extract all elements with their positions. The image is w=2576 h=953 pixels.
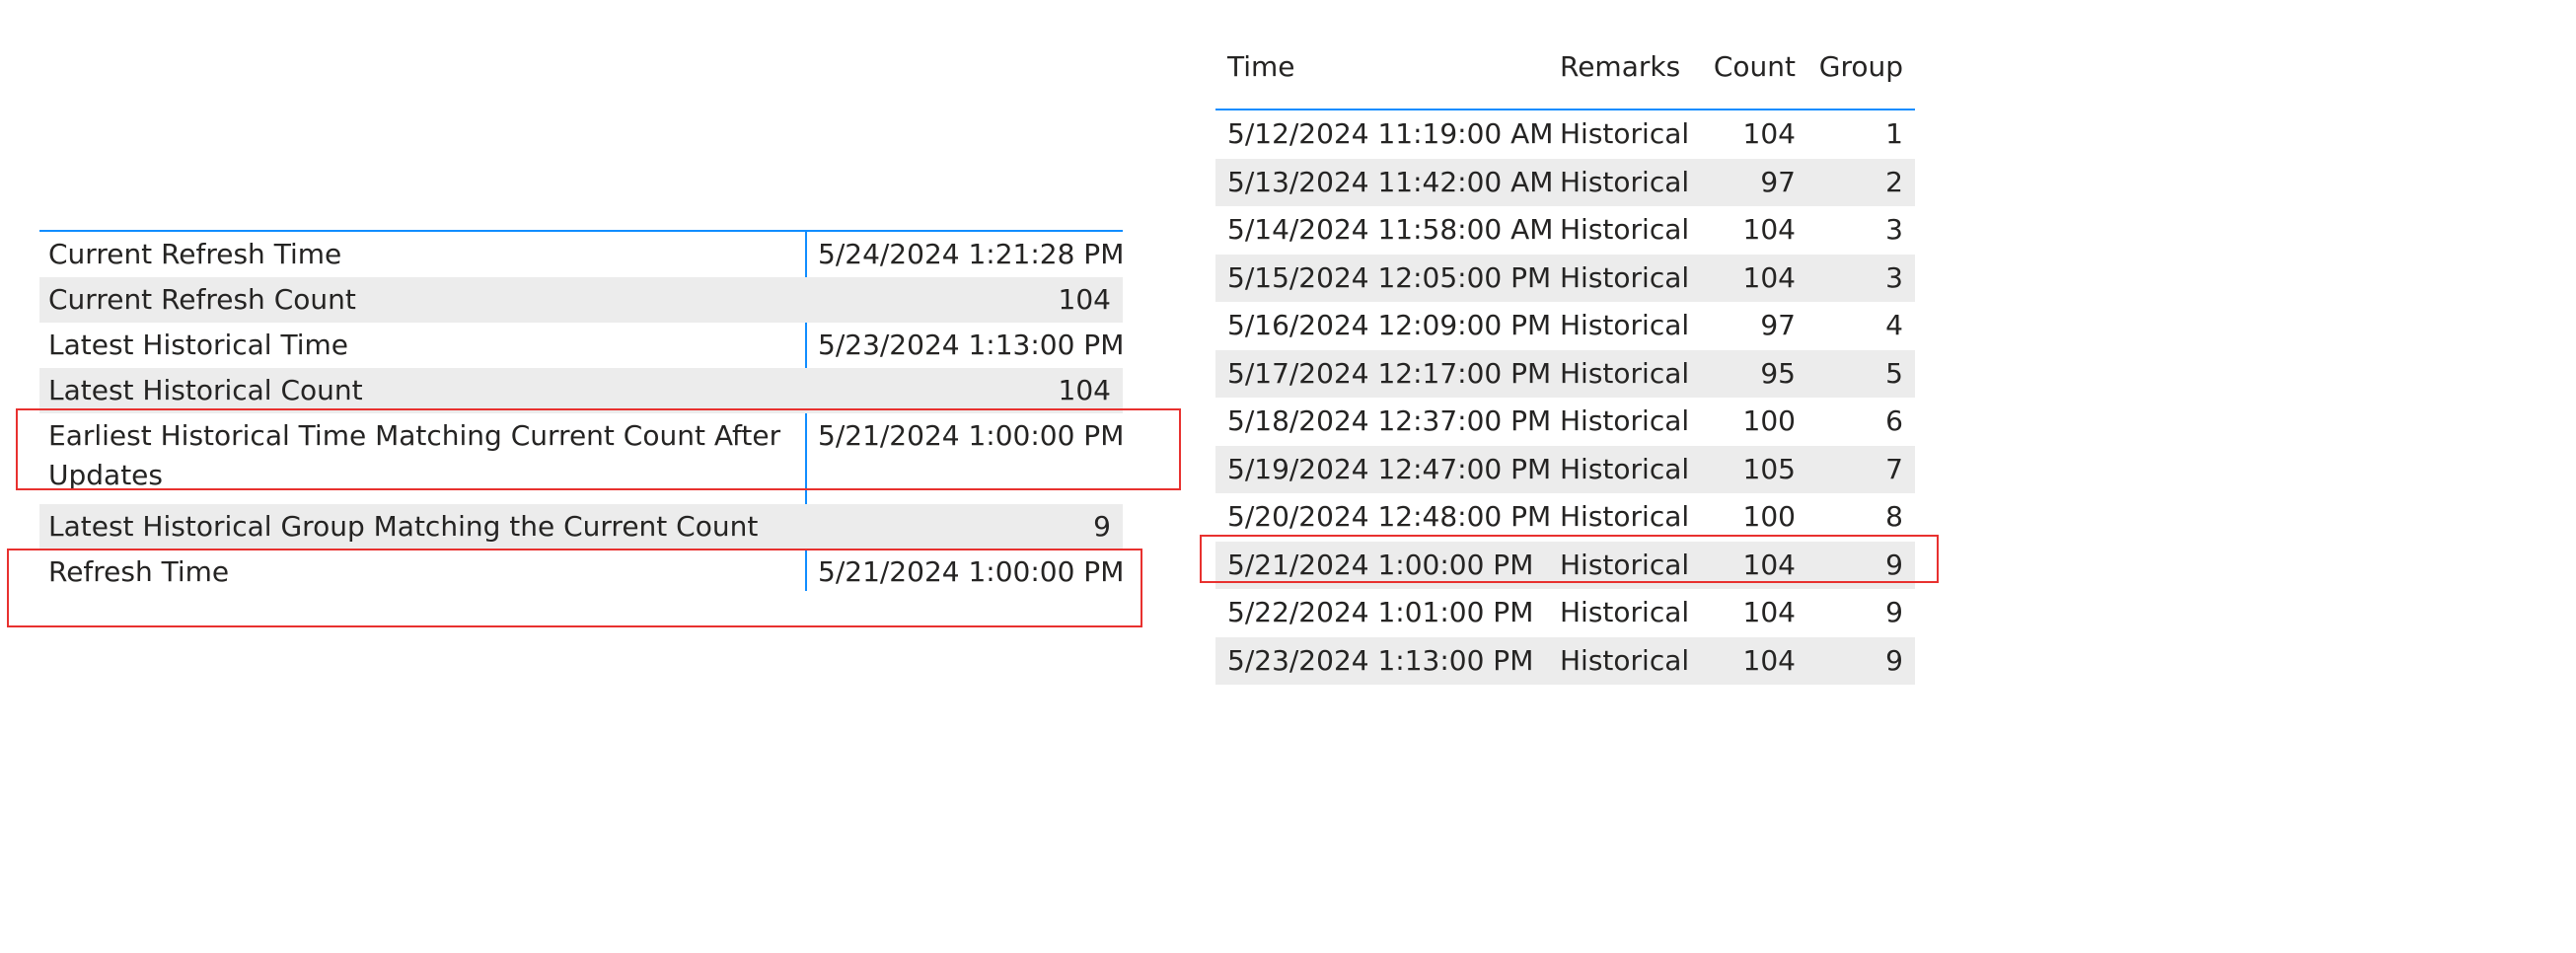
cell-group: 9 xyxy=(1885,596,1903,628)
summary-label: Current Refresh Count xyxy=(48,283,356,316)
cell-remarks: Historical xyxy=(1560,404,1690,437)
cell-time: 5/23/2024 1:13:00 PM xyxy=(1227,643,1534,677)
table-row[interactable]: 5/15/2024 12:05:00 PM Historical 104 3 xyxy=(1215,254,1915,302)
table-row[interactable]: 5/18/2024 12:37:00 PM Historical 100 6 xyxy=(1215,398,1915,446)
cell-time: 5/15/2024 12:05:00 PM xyxy=(1227,260,1552,294)
cell-group: 3 xyxy=(1885,213,1903,246)
cell-remarks: Historical xyxy=(1560,452,1690,485)
table-row[interactable]: 5/23/2024 1:13:00 PM Historical 104 9 xyxy=(1215,636,1915,685)
cell-group: 4 xyxy=(1885,309,1903,341)
cell-time: 5/12/2024 11:19:00 AM xyxy=(1227,117,1554,150)
summary-value: 5/24/2024 1:21:28 PM xyxy=(818,238,1125,270)
summary-row-latest-historical-group[interactable]: Latest Historical Group Matching the Cur… xyxy=(39,504,1123,550)
summary-value: 104 xyxy=(1058,283,1111,316)
highlight-box-refresh-time xyxy=(7,549,1142,627)
summary-label: Latest Historical Time xyxy=(48,329,349,361)
cell-count: 100 xyxy=(1742,404,1796,437)
table-row[interactable]: 5/14/2024 11:58:00 AM Historical 104 3 xyxy=(1215,206,1915,255)
cell-count: 104 xyxy=(1742,213,1796,246)
cell-group: 6 xyxy=(1885,404,1903,437)
cell-time: 5/13/2024 11:42:00 AM xyxy=(1227,165,1554,198)
cell-group: 5 xyxy=(1885,356,1903,390)
cell-count: 104 xyxy=(1742,117,1796,150)
cell-group: 2 xyxy=(1885,165,1903,198)
cell-remarks: Historical xyxy=(1560,117,1690,150)
cell-count: 104 xyxy=(1742,643,1796,677)
cell-remarks: Historical xyxy=(1560,643,1690,677)
table-row[interactable]: 5/13/2024 11:42:00 AM Historical 97 2 xyxy=(1215,158,1915,206)
cell-remarks: Historical xyxy=(1560,260,1690,294)
summary-row-current-refresh-count[interactable]: Current Refresh Count 104 xyxy=(39,277,1123,323)
highlight-box-earliest-time xyxy=(16,408,1181,490)
cell-count: 95 xyxy=(1760,356,1796,390)
cell-time: 5/14/2024 11:58:00 AM xyxy=(1227,213,1554,246)
summary-label: Latest Historical Count xyxy=(48,374,363,406)
cell-time: 5/18/2024 12:37:00 PM xyxy=(1227,404,1552,437)
table-row[interactable]: 5/12/2024 11:19:00 AM Historical 104 1 xyxy=(1215,110,1915,159)
cell-remarks: Historical xyxy=(1560,596,1690,628)
summary-label: Current Refresh Time xyxy=(48,238,342,270)
cell-count: 97 xyxy=(1760,165,1796,198)
cell-remarks: Historical xyxy=(1560,309,1690,341)
cell-remarks: Historical xyxy=(1560,213,1690,246)
header-count[interactable]: Count xyxy=(1714,50,1796,83)
cell-time: 5/17/2024 12:17:00 PM xyxy=(1227,356,1552,390)
history-table: Time Remarks Count Group 5/12/2024 11:19… xyxy=(1215,44,1915,685)
summary-value: 9 xyxy=(1093,510,1111,543)
cell-group: 3 xyxy=(1885,260,1903,294)
cell-group: 1 xyxy=(1885,117,1903,150)
highlight-box-matching-row xyxy=(1200,535,1939,583)
header-time[interactable]: Time xyxy=(1227,50,1295,83)
history-table-header: Time Remarks Count Group xyxy=(1215,44,1915,110)
cell-remarks: Historical xyxy=(1560,356,1690,390)
cell-count: 104 xyxy=(1742,596,1796,628)
cell-remarks: Historical xyxy=(1560,165,1690,198)
header-group[interactable]: Group xyxy=(1819,50,1903,83)
cell-group: 9 xyxy=(1885,643,1903,677)
summary-value: 5/23/2024 1:13:00 PM xyxy=(818,329,1125,361)
cell-group: 7 xyxy=(1885,452,1903,485)
summary-row-latest-historical-time[interactable]: Latest Historical Time 5/23/2024 1:13:00… xyxy=(39,323,1125,368)
cell-time: 5/16/2024 12:09:00 PM xyxy=(1227,309,1552,341)
cell-time: 5/22/2024 1:01:00 PM xyxy=(1227,596,1534,628)
summary-row-latest-historical-count[interactable]: Latest Historical Count 104 xyxy=(39,368,1123,413)
cell-count: 104 xyxy=(1742,260,1796,294)
summary-row-current-refresh-time[interactable]: Current Refresh Time 5/24/2024 1:21:28 P… xyxy=(39,232,1125,277)
table-row[interactable]: 5/19/2024 12:47:00 PM Historical 105 7 xyxy=(1215,445,1915,493)
table-row[interactable]: 5/16/2024 12:09:00 PM Historical 97 4 xyxy=(1215,302,1915,350)
cell-time: 5/19/2024 12:47:00 PM xyxy=(1227,452,1552,485)
summary-value: 104 xyxy=(1058,374,1111,406)
cell-count: 105 xyxy=(1742,452,1796,485)
summary-label: Latest Historical Group Matching the Cur… xyxy=(48,510,759,543)
table-row[interactable]: 5/17/2024 12:17:00 PM Historical 95 5 xyxy=(1215,349,1915,398)
cell-count: 97 xyxy=(1760,309,1796,341)
header-remarks[interactable]: Remarks xyxy=(1560,50,1680,83)
history-table-body: 5/12/2024 11:19:00 AM Historical 104 1 5/13/… xyxy=(1215,110,1915,685)
table-row[interactable]: 5/22/2024 1:01:00 PM Historical 104 9 xyxy=(1215,589,1915,637)
